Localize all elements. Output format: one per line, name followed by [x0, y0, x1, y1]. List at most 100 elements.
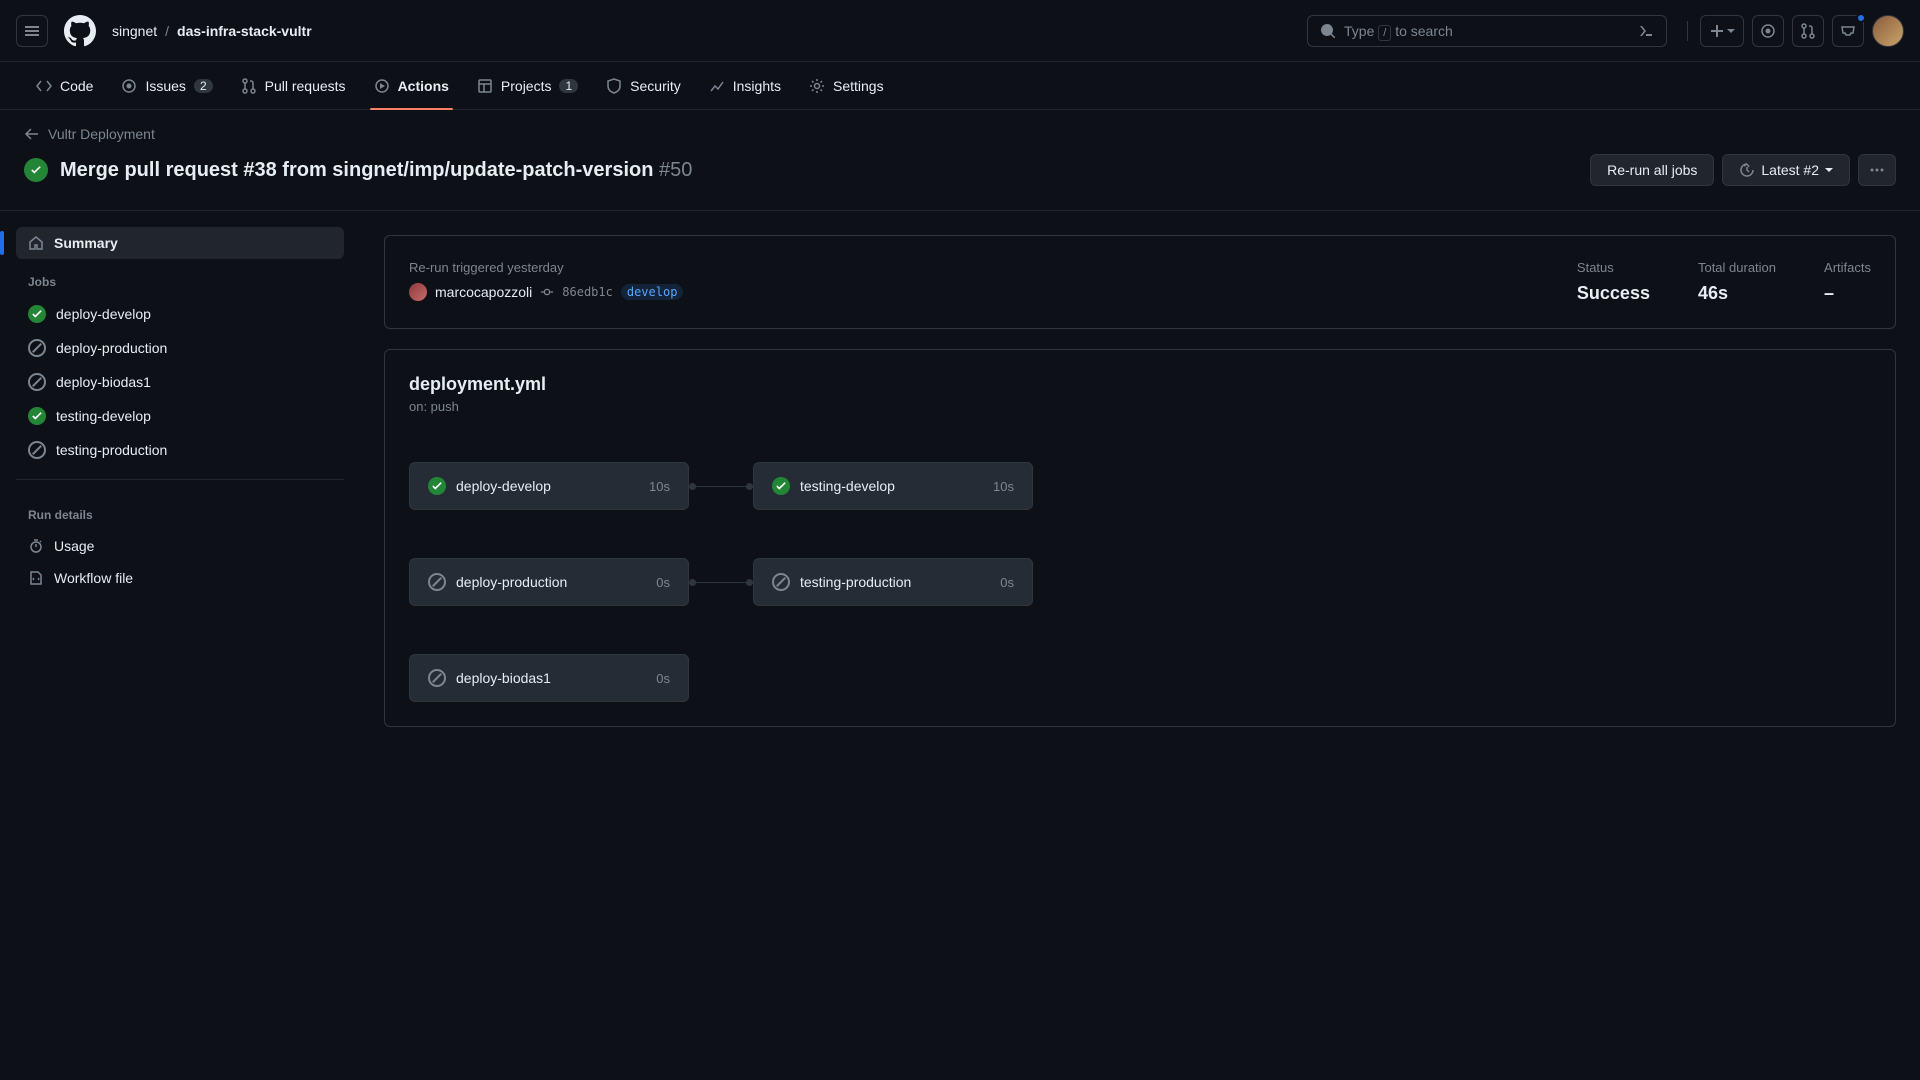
tab-code[interactable]: Code	[24, 70, 105, 102]
check-circle-icon	[28, 407, 46, 425]
rerun-all-jobs-button[interactable]: Re-run all jobs	[1590, 154, 1714, 186]
job-name: deploy-biodas1	[456, 670, 646, 686]
triggered-label: Re-run triggered yesterday	[409, 260, 1529, 275]
tab-settings[interactable]: Settings	[797, 70, 896, 102]
play-icon	[374, 78, 390, 94]
check-circle-icon	[772, 477, 790, 495]
sidebar-job[interactable]: deploy-biodas1	[16, 365, 344, 399]
skip-icon	[28, 373, 46, 391]
sidebar-job[interactable]: testing-production	[16, 433, 344, 467]
more-options-button[interactable]	[1858, 154, 1896, 186]
actor-avatar[interactable]	[409, 283, 427, 301]
tab-actions[interactable]: Actions	[362, 70, 461, 102]
search-input[interactable]: Type / to search	[1307, 15, 1667, 47]
inbox-icon	[1840, 23, 1856, 39]
sidebar-job[interactable]: deploy-production	[16, 331, 344, 365]
caret-down-icon	[1825, 166, 1833, 174]
workflow-job-box[interactable]: testing-develop10s	[753, 462, 1033, 510]
skip-icon	[772, 573, 790, 591]
commit-icon	[540, 284, 554, 300]
issue-icon	[1760, 23, 1776, 39]
job-name: testing-production	[56, 442, 167, 458]
duration-value: 46s	[1698, 283, 1776, 304]
caret-down-icon	[1727, 27, 1735, 35]
notifications-button[interactable]	[1832, 15, 1864, 47]
summary-card: Re-run triggered yesterday marcocapozzol…	[384, 235, 1896, 329]
job-name: deploy-biodas1	[56, 374, 151, 390]
job-name: deploy-production	[56, 340, 167, 356]
job-duration: 0s	[656, 575, 670, 590]
job-duration: 10s	[649, 479, 670, 494]
stopwatch-icon	[28, 538, 44, 554]
job-name: deploy-develop	[456, 478, 639, 494]
breadcrumb-owner[interactable]: singnet	[112, 23, 157, 39]
tab-issues[interactable]: Issues2	[109, 70, 224, 102]
sidebar-workflow-file[interactable]: Workflow file	[16, 562, 344, 594]
code-icon	[36, 78, 52, 94]
workflow-job-box[interactable]: deploy-biodas1 0s	[409, 654, 689, 702]
jobs-section-label: Jobs	[16, 259, 344, 297]
git-pull-request-icon	[1800, 23, 1816, 39]
job-duration: 0s	[656, 671, 670, 686]
git-pull-request-icon	[241, 78, 257, 94]
pull-requests-button[interactable]	[1792, 15, 1824, 47]
actor-name[interactable]: marcocapozzoli	[435, 284, 532, 300]
job-connector	[689, 582, 753, 583]
shield-icon	[606, 78, 622, 94]
sidebar-usage[interactable]: Usage	[16, 530, 344, 562]
repo-nav: Code Issues2 Pull requests Actions Proje…	[0, 62, 1920, 110]
hamburger-menu[interactable]	[16, 15, 48, 47]
skip-icon	[28, 339, 46, 357]
job-duration: 0s	[1000, 575, 1014, 590]
status-value: Success	[1577, 283, 1650, 304]
arrow-left-icon	[24, 126, 40, 142]
workflow-card: deployment.yml on: push deploy-develop10…	[384, 349, 1896, 727]
table-icon	[477, 78, 493, 94]
branch-tag[interactable]: develop	[621, 284, 684, 300]
job-name: testing-develop	[800, 478, 983, 494]
workflow-filename: deployment.yml	[409, 374, 1871, 395]
tab-pull-requests[interactable]: Pull requests	[229, 70, 358, 102]
sidebar: Summary Jobs deploy-develop deploy-produc…	[0, 211, 360, 751]
github-logo-icon[interactable]	[64, 15, 96, 47]
file-code-icon	[28, 570, 44, 586]
job-name: deploy-develop	[56, 306, 151, 322]
job-name: deploy-production	[456, 574, 646, 590]
commit-sha[interactable]: 86edb1c	[562, 285, 613, 299]
tab-security[interactable]: Security	[594, 70, 693, 102]
search-icon	[1320, 23, 1336, 39]
plus-icon	[1709, 23, 1725, 39]
history-icon	[1739, 162, 1755, 178]
sidebar-summary[interactable]: Summary	[16, 227, 344, 259]
run-status-icon	[24, 158, 48, 182]
create-new-button[interactable]	[1700, 15, 1744, 47]
issues-count-badge: 2	[194, 79, 213, 93]
issue-icon	[121, 78, 137, 94]
job-connector	[689, 486, 753, 487]
notification-indicator	[1856, 13, 1866, 23]
job-name: testing-develop	[56, 408, 151, 424]
job-name: testing-production	[800, 574, 990, 590]
run-details-section-label: Run details	[16, 492, 344, 530]
back-to-workflow-link[interactable]: Vultr Deployment	[24, 126, 1896, 142]
skip-icon	[428, 573, 446, 591]
sidebar-job[interactable]: deploy-develop	[16, 297, 344, 331]
breadcrumb: singnet / das-infra-stack-vultr	[112, 23, 312, 39]
command-palette-icon	[1638, 23, 1654, 39]
workflow-job-box[interactable]: deploy-production 0s	[409, 558, 689, 606]
workflow-job-box[interactable]: deploy-develop 10s	[409, 462, 689, 510]
skip-icon	[28, 441, 46, 459]
home-icon	[28, 235, 44, 251]
sidebar-job[interactable]: testing-develop	[16, 399, 344, 433]
breadcrumb-repo[interactable]: das-infra-stack-vultr	[177, 23, 312, 39]
latest-run-dropdown[interactable]: Latest #2	[1722, 154, 1850, 186]
gear-icon	[809, 78, 825, 94]
run-title: Merge pull request #38 from singnet/imp/…	[60, 159, 692, 182]
workflow-job-box[interactable]: testing-production 0s	[753, 558, 1033, 606]
tab-projects[interactable]: Projects1	[465, 70, 590, 102]
projects-count-badge: 1	[559, 79, 578, 93]
tab-insights[interactable]: Insights	[697, 70, 793, 102]
issues-button[interactable]	[1752, 15, 1784, 47]
user-avatar[interactable]	[1872, 15, 1904, 47]
check-circle-icon	[428, 477, 446, 495]
